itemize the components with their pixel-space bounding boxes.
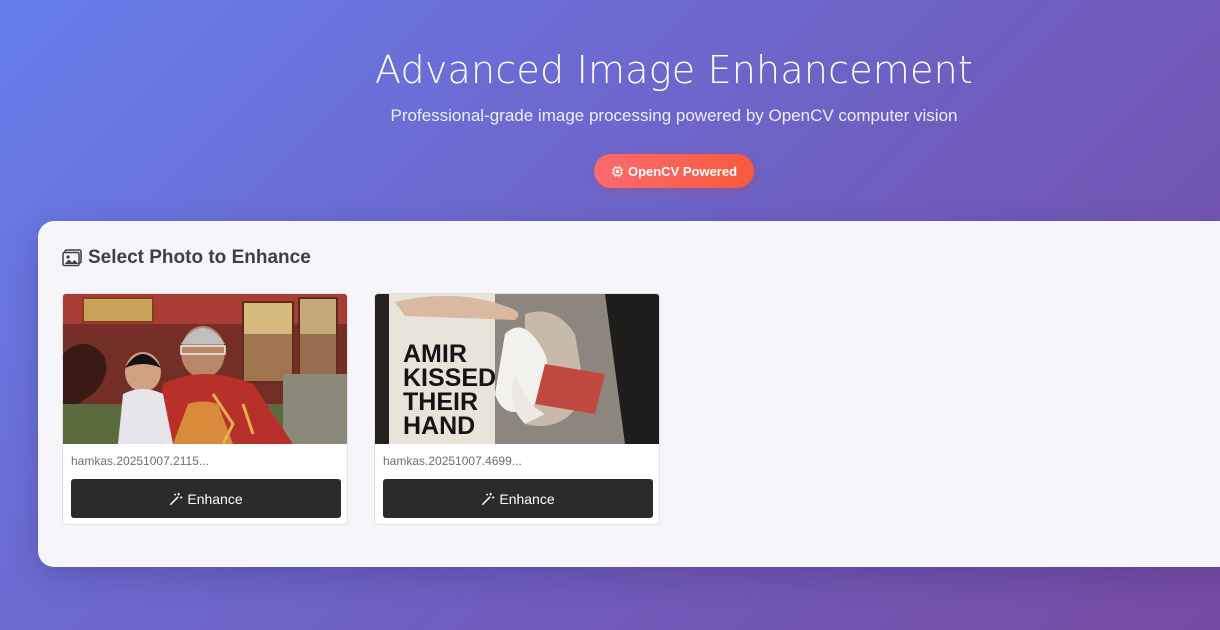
- chip-icon: [611, 165, 624, 178]
- photo-thumbnail[interactable]: AMIR KISSED THEIR HAND: [375, 294, 659, 444]
- magic-wand-icon: [169, 492, 183, 506]
- panel-title: Select Photo to Enhance: [62, 247, 311, 269]
- magic-wand-icon: [481, 492, 495, 506]
- thumbnail-text-line: HAND: [403, 412, 475, 440]
- photo-filename: hamkas.20251007.2115...: [71, 454, 209, 468]
- photo-filename: hamkas.20251007.4699...: [383, 454, 522, 468]
- photo-thumbnail[interactable]: [63, 294, 347, 444]
- enhance-button-label: Enhance: [187, 490, 243, 507]
- image-icon: [62, 249, 82, 267]
- badge-label: OpenCV Powered: [627, 163, 738, 179]
- photo-card: hamkas.20251007.2115... Enhance: [62, 293, 348, 525]
- enhance-button[interactable]: Enhance: [383, 479, 653, 518]
- photo-selection-panel: Select Photo to Enhance hamkas.20251007.…: [38, 221, 1220, 567]
- enhance-button[interactable]: Enhance: [71, 479, 341, 518]
- enhance-button-label: Enhance: [499, 490, 555, 507]
- opencv-badge: OpenCV Powered: [594, 154, 754, 188]
- photo-card: AMIR KISSED THEIR HAND hamkas.20251007.4…: [374, 293, 660, 525]
- panel-title-label: Select Photo to Enhance: [88, 247, 311, 268]
- page-subtitle: Professional-grade image processing powe…: [390, 106, 958, 125]
- page-title: Advanced Image Enhancement: [375, 48, 973, 92]
